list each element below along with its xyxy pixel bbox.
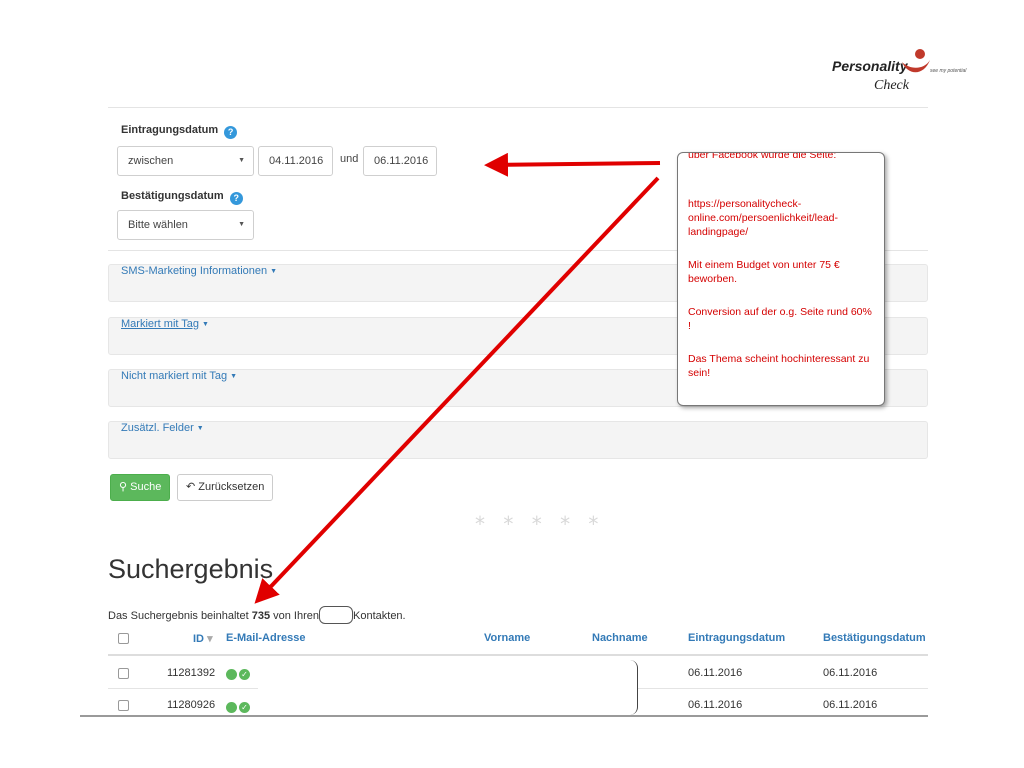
arrow-to-result-count [254, 176, 660, 604]
annotation-arrows [254, 152, 661, 604]
arrow-to-date-filter [484, 152, 661, 177]
